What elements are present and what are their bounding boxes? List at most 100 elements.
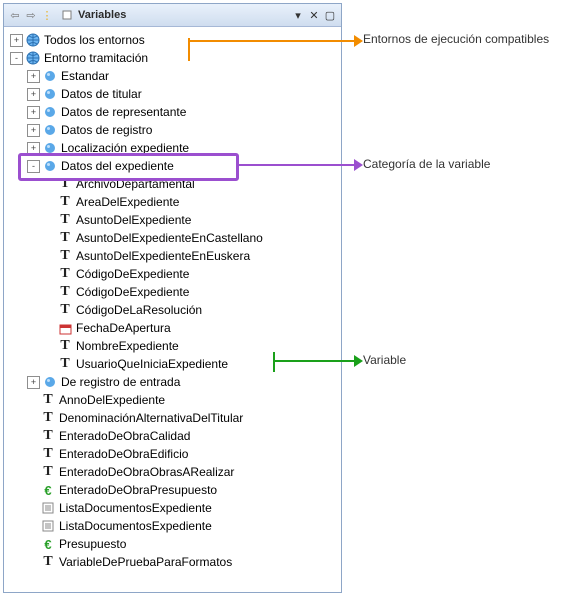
minimize-icon[interactable]: ▾ (291, 8, 305, 22)
tree-node-label: Datos de registro (60, 123, 153, 137)
tree-node-label: AsuntoDelExpedienteEnCastellano (75, 231, 264, 245)
text-type-icon: T (57, 230, 73, 246)
text-type-icon: T (57, 266, 73, 282)
callout-highlight-categoria (18, 153, 239, 181)
globe-icon (25, 50, 41, 66)
panel-titlebar: ⇦ ⇨ ⋮ Variables ▾ ✕ ▢ (4, 4, 341, 27)
globe-icon (25, 32, 41, 48)
tree-node-label: EnteradoDeObraObrasARealizar (58, 465, 235, 479)
expander-icon[interactable]: + (27, 376, 40, 389)
callout-label-categoria: Categoría de la variable (363, 157, 490, 171)
text-type-icon: T (40, 428, 56, 444)
text-type-icon: T (40, 392, 56, 408)
pin-icon[interactable]: ▢ (323, 8, 337, 22)
nav-back-icon[interactable]: ⇦ (8, 8, 22, 22)
sphere-icon (42, 104, 58, 120)
calendar-icon (57, 320, 73, 336)
tree-node-label: Todos los entornos (43, 33, 146, 47)
callout-label-variable: Variable (363, 353, 406, 367)
panel-title: Variables (78, 9, 126, 21)
tree-leaf[interactable]: TCódigoDeExpediente (10, 283, 337, 301)
euro-type-icon: € (40, 482, 56, 498)
text-type-icon: T (57, 302, 73, 318)
expander-icon[interactable]: + (27, 70, 40, 83)
tree-leaf[interactable]: ListaDocumentosExpediente (10, 499, 337, 517)
tree-leaf[interactable]: TAsuntoDelExpedienteEnEuskera (10, 247, 337, 265)
panel-icon (60, 8, 74, 22)
tree-leaf[interactable]: €EnteradoDeObraPresupuesto (10, 481, 337, 499)
tree-leaf[interactable]: TAnnoDelExpediente (10, 391, 337, 409)
text-type-icon: T (40, 410, 56, 426)
text-type-icon: T (57, 248, 73, 264)
sphere-icon (42, 122, 58, 138)
sphere-icon (42, 374, 58, 390)
tree-node-label: Presupuesto (58, 537, 127, 551)
tree-node-label: Datos de representante (60, 105, 187, 119)
tree-leaf[interactable]: TAsuntoDelExpedienteEnCastellano (10, 229, 337, 247)
tree-node-registro-entrada[interactable]: + De registro de entrada (10, 373, 337, 391)
variables-panel: ⇦ ⇨ ⋮ Variables ▾ ✕ ▢ + Todos los entorn… (3, 3, 342, 593)
tree-leaf[interactable]: €Presupuesto (10, 535, 337, 553)
expander-icon[interactable]: + (27, 124, 40, 137)
text-type-icon: T (57, 194, 73, 210)
callout-arrow-variable (275, 360, 355, 362)
tree-node-label: ListaDocumentosExpediente (58, 519, 213, 533)
tree-node-label: FechaDeApertura (75, 321, 172, 335)
tree-node-entorno-tramitacion[interactable]: - Entorno tramitación (10, 49, 337, 67)
text-type-icon: T (57, 356, 73, 372)
tree-leaf[interactable]: TDenominaciónAlternativaDelTitular (10, 409, 337, 427)
tree-leaf[interactable]: TAreaDelExpediente (10, 193, 337, 211)
tree-node-datos-registro[interactable]: + Datos de registro (10, 121, 337, 139)
text-type-icon: T (40, 446, 56, 462)
tree-node-label: Estandar (60, 69, 110, 83)
callout-arrow-categoria (237, 164, 355, 166)
document-list-icon (40, 518, 56, 534)
tree-node-datos-titular[interactable]: + Datos de titular (10, 85, 337, 103)
tree-node-label: AsuntoDelExpediente (75, 213, 192, 227)
tree-node-label: EnteradoDeObraPresupuesto (58, 483, 218, 497)
tree-leaf[interactable]: ListaDocumentosExpediente (10, 517, 337, 535)
euro-type-icon: € (40, 536, 56, 552)
tree-leaf[interactable]: TAsuntoDelExpediente (10, 211, 337, 229)
tree-node-label: De registro de entrada (60, 375, 181, 389)
expander-icon[interactable]: + (10, 34, 23, 47)
tree-leaf[interactable]: TEnteradoDeObraObrasARealizar (10, 463, 337, 481)
text-type-icon: T (40, 464, 56, 480)
tree-node-estandar[interactable]: + Estandar (10, 67, 337, 85)
tree-node-datos-representante[interactable]: + Datos de representante (10, 103, 337, 121)
nav-forward-icon[interactable]: ⇨ (24, 8, 38, 22)
expander-icon[interactable]: - (10, 52, 23, 65)
tree-node-label: EnteradoDeObraEdificio (58, 447, 189, 461)
nav-group: ⇦ ⇨ ⋮ (8, 8, 54, 22)
tree-leaf[interactable]: TVariableDePruebaParaFormatos (10, 553, 337, 571)
callout-arrow-entornos (190, 40, 355, 42)
nav-menu-icon[interactable]: ⋮ (40, 8, 54, 22)
tree-node-label: UsuarioQueIniciaExpediente (75, 357, 229, 371)
text-type-icon: T (57, 338, 73, 354)
tree-leaf[interactable]: TCódigoDeLaResolución (10, 301, 337, 319)
sphere-icon (42, 86, 58, 102)
tree-node-label: Entorno tramitación (43, 51, 149, 65)
tree-leaf[interactable]: TEnteradoDeObraEdificio (10, 445, 337, 463)
tree-node-label: CódigoDeExpediente (75, 285, 190, 299)
tree-node-label: NombreExpediente (75, 339, 180, 353)
expander-icon[interactable]: + (27, 88, 40, 101)
text-type-icon: T (57, 284, 73, 300)
expander-icon[interactable]: + (27, 106, 40, 119)
tree-node-label: CódigoDeLaResolución (75, 303, 203, 317)
tree-node-label: AnnoDelExpediente (58, 393, 166, 407)
tree-node-label: EnteradoDeObraCalidad (58, 429, 191, 443)
tree-leaf[interactable]: FechaDeApertura (10, 319, 337, 337)
text-type-icon: T (57, 212, 73, 228)
sphere-icon (42, 68, 58, 84)
tree-node-label: DenominaciónAlternativaDelTitular (58, 411, 244, 425)
variables-tree: + Todos los entornos - Entorno tramitaci… (4, 27, 341, 575)
tree-node-label: Datos de titular (60, 87, 143, 101)
document-list-icon (40, 500, 56, 516)
tree-leaf[interactable]: TUsuarioQueIniciaExpediente (10, 355, 337, 373)
tree-leaf[interactable]: TNombreExpediente (10, 337, 337, 355)
tree-leaf[interactable]: TCódigoDeExpediente (10, 265, 337, 283)
close-icon[interactable]: ✕ (307, 8, 321, 22)
tree-leaf[interactable]: TEnteradoDeObraCalidad (10, 427, 337, 445)
tree-node-label: ListaDocumentosExpediente (58, 501, 213, 515)
